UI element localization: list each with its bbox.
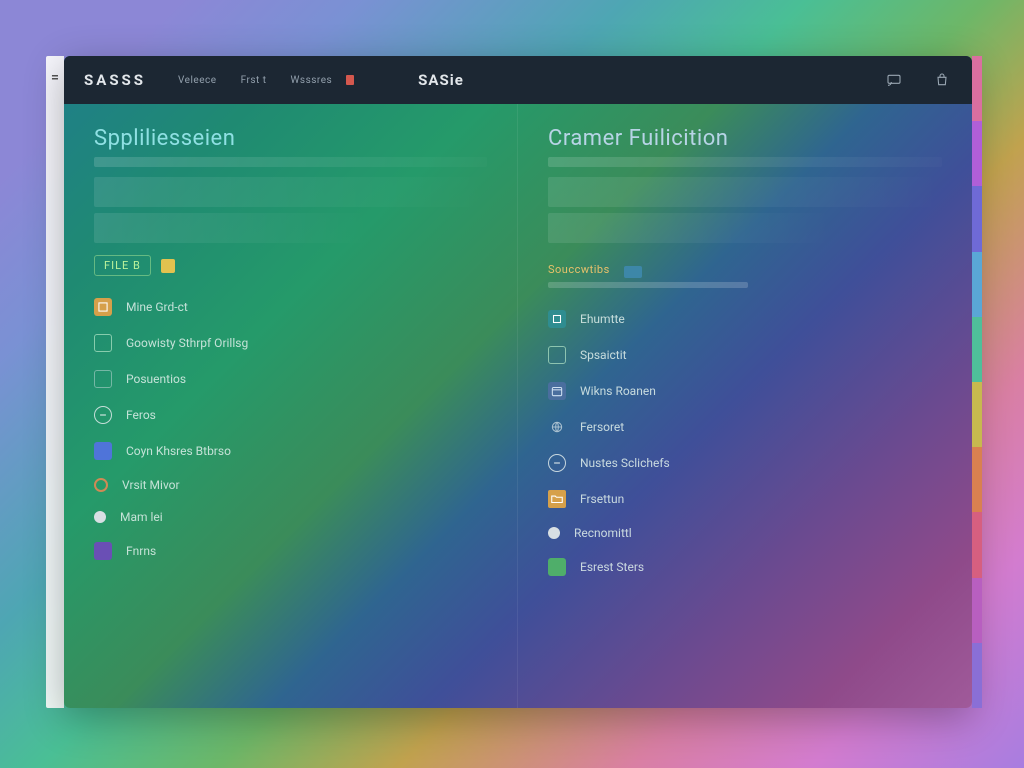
- left-subtitle-placeholder: [94, 157, 487, 167]
- nav-item-1[interactable]: Frst t: [241, 75, 267, 86]
- square-outline-icon: [548, 346, 566, 364]
- tile-teal-icon: [548, 310, 566, 328]
- tab-color-7[interactable]: [972, 447, 982, 512]
- globe-icon: [548, 418, 566, 436]
- left-item-6[interactable]: Mam lei: [94, 510, 487, 524]
- pane-right: Cramer Fuilicition Souccwtibs Ehumtte Sp…: [518, 104, 972, 708]
- left-item-list: Mine Grd-ct Goowisty Sthrpf Orillsg Posu…: [94, 298, 487, 560]
- tile-purple-icon: [94, 542, 112, 560]
- right-item-2[interactable]: Wikns Roanen: [548, 382, 942, 400]
- ring-icon: [94, 478, 108, 492]
- bag-icon[interactable]: [932, 70, 952, 90]
- right-subtitle-placeholder: [548, 157, 942, 167]
- right-pane-title: Cramer Fuilicition: [548, 126, 942, 151]
- right-body-placeholder-1: [548, 177, 942, 207]
- strip-glyph[interactable]: =: [51, 70, 59, 708]
- minus-circle-icon: [548, 454, 566, 472]
- left-item-label-4: Coyn Khsres Btbrso: [126, 444, 231, 458]
- left-item-0[interactable]: Mine Grd-ct: [94, 298, 487, 316]
- left-item-7[interactable]: Fnrns: [94, 542, 487, 560]
- nav-group: Veleece Frst t Wsssres: [178, 75, 354, 86]
- pane-left: Sppliliesseien FILE B Mine Grd-ct Goowis…: [64, 104, 518, 708]
- outer-left-strip: =: [46, 56, 64, 708]
- nav-item-0[interactable]: Veleece: [178, 75, 217, 86]
- left-item-4[interactable]: Coyn Khsres Btbrso: [94, 442, 487, 460]
- square-outline-icon: [94, 370, 112, 388]
- right-item-label-3: Fersoret: [580, 420, 624, 434]
- left-item-label-2: Posuentios: [126, 372, 186, 386]
- right-item-5[interactable]: Frsettun: [548, 490, 942, 508]
- brand-right: SASie: [418, 71, 464, 89]
- minus-circle-icon: [94, 406, 112, 424]
- right-section-sub: [548, 282, 748, 288]
- content-split: Sppliliesseien FILE B Mine Grd-ct Goowis…: [64, 104, 972, 708]
- box-icon: [94, 298, 112, 316]
- checkbox-outline-icon: [94, 334, 112, 352]
- tab-color-5[interactable]: [972, 317, 982, 382]
- right-tab-strip: [972, 56, 982, 708]
- nav-indicator-dot: [346, 75, 354, 85]
- right-item-6[interactable]: Recnomittl: [548, 526, 942, 540]
- right-item-label-1: Spsaictit: [580, 348, 627, 362]
- right-body-placeholder-2: [548, 213, 832, 243]
- left-item-label-6: Mam lei: [120, 510, 163, 524]
- left-item-1[interactable]: Goowisty Sthrpf Orillsg: [94, 334, 487, 352]
- left-body-placeholder-1: [94, 177, 487, 207]
- tab-color-2[interactable]: [972, 121, 982, 186]
- dot-icon: [94, 511, 106, 523]
- tab-color-8[interactable]: [972, 512, 982, 577]
- tab-color-9[interactable]: [972, 578, 982, 643]
- right-item-label-2: Wikns Roanen: [580, 384, 656, 398]
- right-item-7[interactable]: Esrest Sters: [548, 558, 942, 576]
- right-item-0[interactable]: Ehumtte: [548, 310, 942, 328]
- calendar-icon: [548, 382, 566, 400]
- tab-color-6[interactable]: [972, 382, 982, 447]
- cast-icon[interactable]: [884, 70, 904, 90]
- left-pill-row: FILE B: [94, 255, 487, 276]
- tab-color-3[interactable]: [972, 186, 982, 251]
- right-section-label: Souccwtibs: [548, 263, 610, 276]
- nav-item-2[interactable]: Wsssres: [291, 75, 333, 86]
- section-badge: [624, 266, 642, 278]
- left-item-3[interactable]: Feros: [94, 406, 487, 424]
- right-item-label-7: Esrest Sters: [580, 560, 644, 574]
- tab-color-10[interactable]: [972, 643, 982, 708]
- right-item-4[interactable]: Nustes Sclichefs: [548, 454, 942, 472]
- folder-icon: [548, 490, 566, 508]
- right-section-head: Souccwtibs: [548, 263, 942, 280]
- right-item-label-6: Recnomittl: [574, 526, 632, 540]
- left-body-placeholder-2: [94, 213, 369, 243]
- tab-color-4[interactable]: [972, 252, 982, 317]
- left-item-2[interactable]: Posuentios: [94, 370, 487, 388]
- right-item-3[interactable]: Fersoret: [548, 418, 942, 436]
- right-item-label-4: Nustes Sclichefs: [580, 456, 670, 470]
- left-item-5[interactable]: Vrsit Mivor: [94, 478, 487, 492]
- tile-green-icon: [548, 558, 566, 576]
- tile-blue-icon: [94, 442, 112, 460]
- left-item-label-1: Goowisty Sthrpf Orillsg: [126, 336, 248, 350]
- right-item-label-5: Frsettun: [580, 492, 624, 506]
- dot-icon: [548, 527, 560, 539]
- right-item-1[interactable]: Spsaictit: [548, 346, 942, 364]
- brand-left: SASSS: [84, 71, 146, 89]
- left-item-label-0: Mine Grd-ct: [126, 300, 188, 314]
- left-item-label-5: Vrsit Mivor: [122, 478, 180, 492]
- left-item-label-3: Feros: [126, 408, 156, 422]
- left-item-label-7: Fnrns: [126, 544, 156, 558]
- app-window: SASSS Veleece Frst t Wsssres SASie Sppli…: [64, 56, 972, 708]
- left-pane-title: Sppliliesseien: [94, 126, 487, 151]
- chip-yellow[interactable]: [161, 259, 175, 273]
- tab-color-1[interactable]: [972, 56, 982, 121]
- file-pill[interactable]: FILE B: [94, 255, 151, 276]
- right-item-list: Ehumtte Spsaictit Wikns Roanen Fersoret …: [548, 310, 942, 576]
- topbar: SASSS Veleece Frst t Wsssres SASie: [64, 56, 972, 104]
- right-item-label-0: Ehumtte: [580, 312, 625, 326]
